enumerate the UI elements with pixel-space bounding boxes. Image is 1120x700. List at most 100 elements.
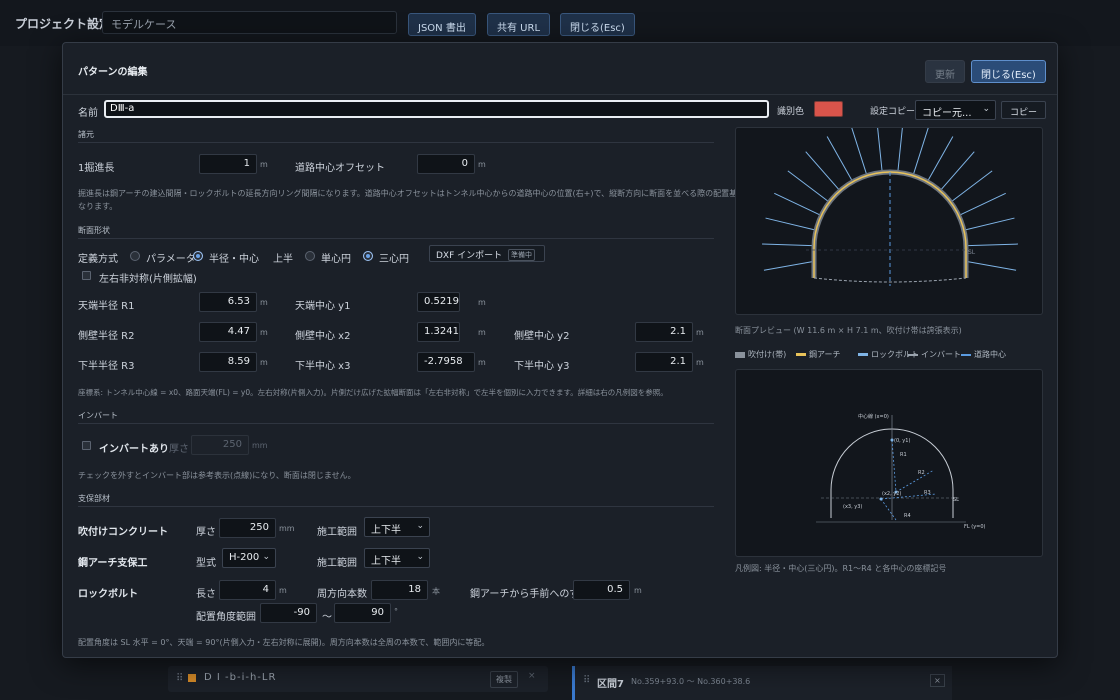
section-title-invert: インバート	[78, 411, 118, 420]
diagram-r4-line	[880, 498, 897, 521]
pattern-list-item[interactable]: ⠿ D I -b-i-h-LR 複製 ×	[168, 666, 548, 692]
app-topbar: プロジェクト設定 モデルケース JSON 書出 共有 URL 閉じる(Esc)	[0, 0, 1120, 46]
y1-unit: m	[478, 298, 486, 307]
legend-item: インバート	[908, 349, 961, 360]
radio-radius-center-label[interactable]: 半径・中心	[209, 250, 259, 265]
section-title-support: 支保部材	[78, 494, 110, 503]
app-close-button[interactable]: 閉じる(Esc)	[560, 13, 635, 36]
asymmetric-label[interactable]: 左右非対称(片側拡幅)	[99, 270, 197, 285]
share-url-button[interactable]: 共有 URL	[487, 13, 551, 36]
bolt-length-label: 長さ	[196, 589, 216, 600]
invert-checkbox-label[interactable]: インバートあり	[99, 440, 169, 455]
drag-handle-icon[interactable]: ⠿	[176, 673, 183, 684]
rock-bolt-line	[927, 136, 954, 181]
duplicate-button[interactable]: 複製	[490, 671, 518, 688]
bolt-length-input[interactable]: 4	[219, 580, 276, 600]
color-label: 識別色	[777, 107, 805, 117]
bolt-length-unit: m	[279, 586, 287, 595]
r3-label: 下半半径 R3	[78, 361, 135, 372]
dxf-import-button[interactable]: DXF インポート 準備中	[429, 245, 545, 262]
color-swatch-button[interactable]	[814, 101, 843, 117]
arch-range-select[interactable]: 上下半 ⌄	[364, 548, 430, 568]
r2-input[interactable]: 4.47	[199, 322, 257, 342]
bolt-note: 配置角度は SL 水平 = 0°、天端 = 90°(片側入力・左右対称に展開)。…	[78, 638, 490, 647]
y2-input[interactable]: 2.1	[635, 322, 693, 342]
diagram-r1-line	[891, 439, 897, 493]
r3-input[interactable]: 8.59	[199, 352, 257, 372]
json-export-button[interactable]: JSON 書出	[408, 13, 476, 36]
radio-three-arc[interactable]	[363, 251, 373, 261]
divider	[78, 142, 714, 143]
legend-swatch	[796, 353, 806, 356]
update-button[interactable]: 更新	[925, 60, 965, 83]
rock-bolt-line	[965, 217, 1015, 231]
y1-label: 天端中心 y1	[295, 301, 351, 312]
radio-single-arc[interactable]	[305, 251, 315, 261]
x2-unit: m	[478, 328, 486, 337]
y3-input[interactable]: 2.1	[635, 352, 693, 372]
invert-checkbox[interactable]	[82, 441, 91, 450]
shotcrete-range-select[interactable]: 上下半 ⌄	[364, 517, 430, 537]
radio-radius-center[interactable]	[193, 251, 203, 261]
rock-bolt-line	[763, 261, 814, 271]
rock-bolt-line	[951, 170, 993, 202]
section-preview-panel: SL	[735, 120, 1043, 315]
angle-to-input[interactable]: 90	[334, 603, 391, 623]
dxf-import-label: DXF インポート	[436, 251, 503, 261]
bolt-shift-input[interactable]: 0.5	[573, 580, 630, 600]
section-preview-svg: SL	[762, 120, 1018, 286]
r2-label: 側壁半径 R2	[78, 331, 135, 342]
r1-label: 天端半径 R1	[78, 301, 135, 312]
specs-note-2: なります。	[78, 202, 118, 211]
r1-unit: m	[260, 298, 268, 307]
legend-item: 鋼アーチ	[796, 349, 841, 360]
drag-handle-icon[interactable]: ⠿	[583, 675, 590, 686]
remove-icon[interactable]: ×	[528, 671, 536, 681]
copy-source-select[interactable]: コピー元... ⌄	[915, 100, 996, 120]
rock-bolt-line	[850, 125, 867, 174]
r3-unit: m	[260, 358, 268, 367]
radio-param-label[interactable]: パラメータ	[146, 250, 196, 265]
section-list-item[interactable]: ⠿ 区間7 No.359+93.0 〜 No.360+38.6 ×	[572, 666, 952, 700]
divider	[78, 506, 714, 507]
advance-label: 1掘進長	[78, 163, 115, 174]
radio-single-arc-label[interactable]: 単心円	[321, 250, 351, 265]
x3-input[interactable]: -2.7958	[417, 352, 475, 372]
diagram-r2-label: R2	[918, 470, 925, 476]
asymmetric-checkbox[interactable]	[82, 271, 91, 280]
rock-bolt-line	[913, 125, 930, 174]
invert-thickness-input[interactable]: 250	[191, 435, 249, 455]
angle-unit: °	[394, 607, 398, 616]
shotcrete-thickness-input[interactable]: 250	[219, 518, 276, 538]
offset-input[interactable]: 0	[417, 154, 475, 174]
rock-bolt-line	[826, 136, 853, 181]
radio-param[interactable]	[130, 251, 140, 261]
bolt-shift-unit: m	[634, 586, 642, 595]
pattern-color-swatch	[188, 674, 196, 682]
bolt-count-label: 周方向本数	[317, 589, 367, 600]
bolt-count-input[interactable]: 18	[371, 580, 428, 600]
pattern-name-input[interactable]: DⅢ-a	[104, 100, 769, 118]
legend-diagram-panel: 中心線 (x=0) (0, y1) R1 R2 (x2, y2) R3 (x3,…	[735, 369, 1043, 557]
arch-type-select[interactable]: H-200 ⌄	[222, 548, 276, 568]
legend-swatch	[735, 351, 745, 358]
copy-source-value: コピー元...	[922, 108, 972, 119]
remove-icon[interactable]: ×	[930, 674, 945, 687]
y1-input[interactable]: 0.52195	[417, 292, 460, 312]
angle-from-input[interactable]: -90	[260, 603, 317, 623]
project-name-input[interactable]: モデルケース	[102, 11, 397, 34]
modal-title: パターンの編集	[78, 67, 148, 78]
shotcrete-range-label: 施工範囲	[317, 527, 357, 538]
chevron-down-icon: ⌄	[416, 552, 424, 562]
name-label: 名前	[78, 108, 98, 119]
rock-bolt-line	[774, 192, 820, 216]
r1-input[interactable]: 6.53	[199, 292, 257, 312]
radio-three-arc-label[interactable]: 三心円	[379, 250, 409, 265]
advance-input[interactable]: 1	[199, 154, 257, 174]
copy-button[interactable]: コピー	[1001, 101, 1047, 119]
y2-unit: m	[696, 328, 704, 337]
rock-bolt-line	[967, 243, 1018, 247]
x2-input[interactable]: 1.32414	[417, 322, 460, 342]
modal-close-button[interactable]: 閉じる(Esc)	[971, 60, 1046, 83]
x3-label: 下半中心 x3	[295, 361, 351, 372]
